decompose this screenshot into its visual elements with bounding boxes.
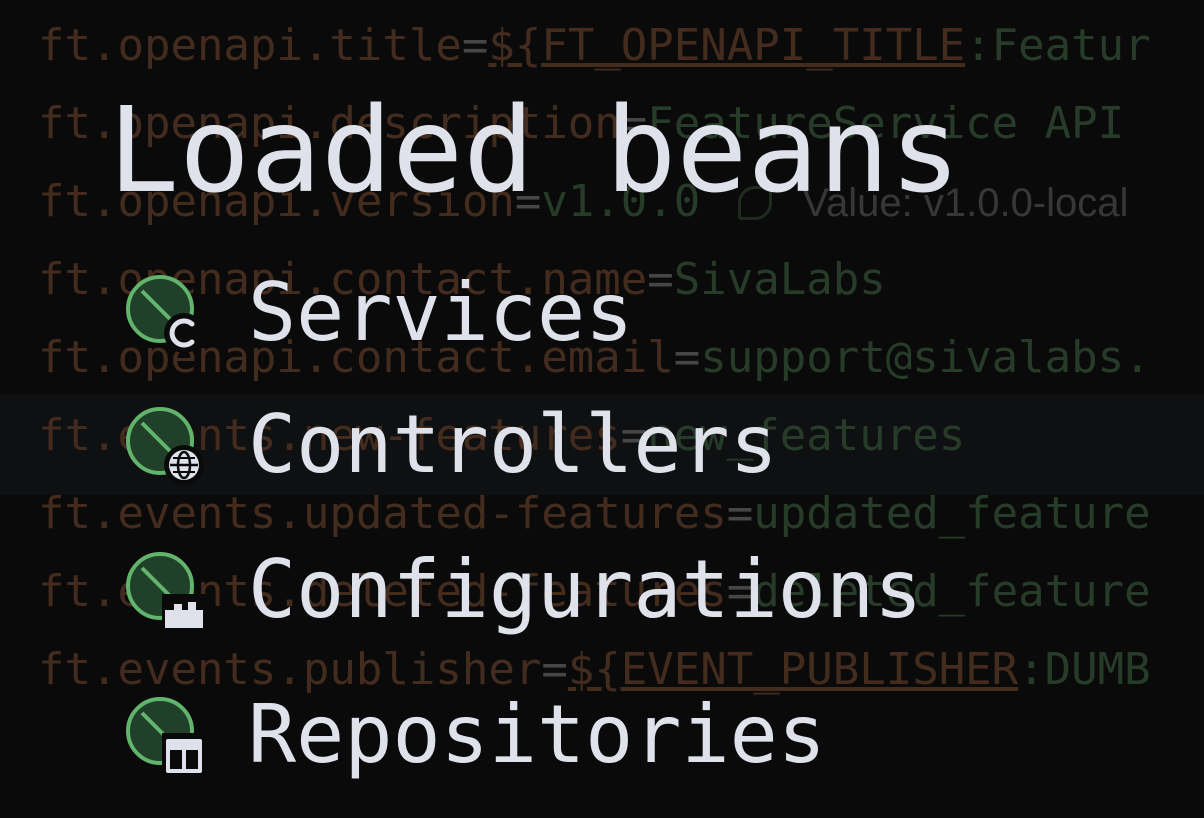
equals-sign: = — [726, 488, 754, 539]
class-c-icon — [164, 313, 204, 353]
property-key: ft.openapi.title — [38, 20, 462, 71]
editor-line: ft.events.updated-features=updated_featu… — [38, 488, 1151, 539]
editor-line: ft.openapi.title=${FT_OPENAPI_TITLE:Feat… — [38, 20, 1151, 71]
bean-label-controllers: Controllers — [248, 398, 778, 491]
spring-bean-web-icon — [124, 405, 204, 485]
property-value: :Featur — [965, 20, 1151, 71]
bean-item-controllers: Controllers — [124, 400, 778, 490]
property-value: :DUMB — [1018, 644, 1151, 695]
equals-sign: = — [461, 20, 489, 71]
spring-bean-config-icon — [124, 550, 206, 632]
spring-bean-class-icon — [124, 273, 204, 353]
factory-icon — [162, 594, 206, 632]
page-title: Loaded beans — [108, 81, 961, 219]
bean-item-configurations: Configurations — [124, 545, 922, 635]
property-value: SivaLabs — [673, 254, 886, 305]
property-value: support@sivalabs. — [700, 332, 1151, 383]
bean-label-repositories: Repositories — [248, 688, 826, 781]
equals-sign: = — [673, 332, 701, 383]
bean-label-configurations: Configurations — [248, 543, 923, 636]
bean-item-repositories: Repositories — [124, 690, 826, 780]
bean-label-services: Services — [248, 266, 634, 359]
spring-bean-repository-icon — [124, 695, 206, 777]
bean-item-services: Services — [124, 268, 633, 358]
equals-sign: = — [647, 254, 674, 305]
loaded-beans-slide: ft.openapi.title=${FT_OPENAPI_TITLE:Feat… — [0, 0, 1204, 818]
property-placeholder: ${FT_OPENAPI_TITLE — [488, 20, 966, 71]
property-value: updated_feature — [753, 488, 1151, 539]
globe-icon — [164, 445, 204, 485]
property-key: ft.events.updated-features — [38, 488, 727, 539]
table-icon — [162, 733, 206, 777]
